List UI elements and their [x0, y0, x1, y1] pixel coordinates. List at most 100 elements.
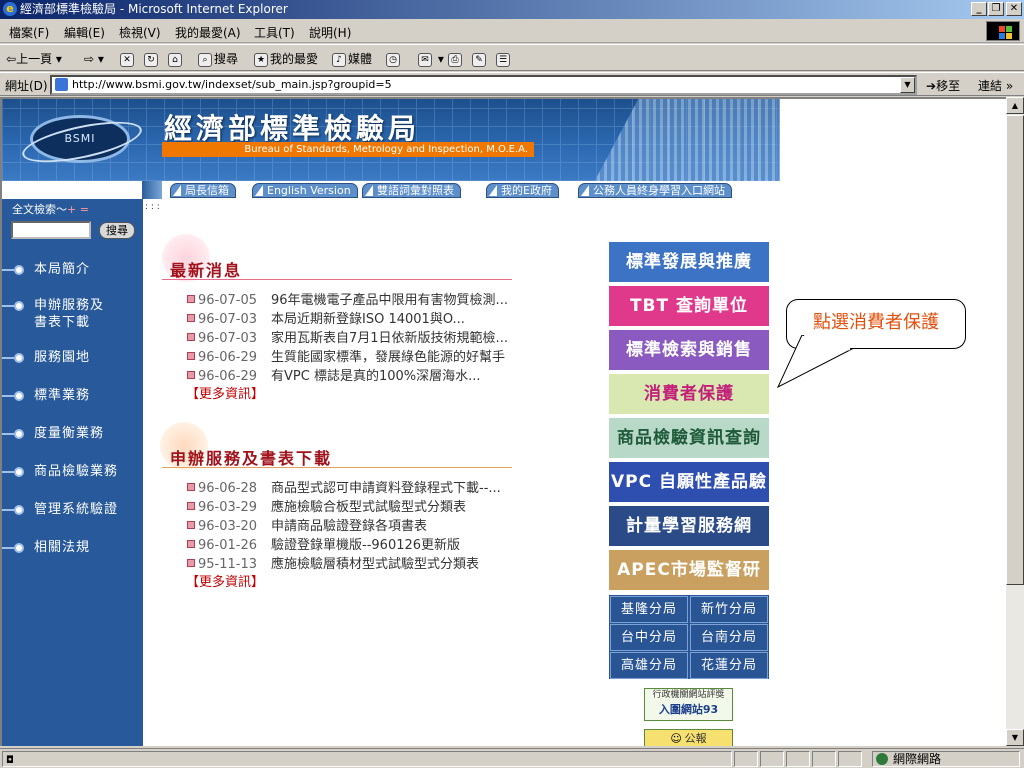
address-label: 網址(D) [5, 79, 48, 93]
history-button[interactable]: ◷ [386, 49, 402, 69]
menu-view[interactable]: 檢視(V) [119, 24, 161, 41]
branch-taichung[interactable]: 台中分局 [610, 624, 688, 651]
btn-consumer-protection[interactable]: 消費者保護 [609, 374, 769, 414]
menu-help[interactable]: 說明(H) [309, 24, 351, 41]
favorites-icon: ★ [254, 52, 268, 67]
bsmi-logo[interactable]: BSMI [30, 115, 130, 163]
news-item[interactable]: 96-06-29 有VPC 標誌是真的100%深層海水... [187, 365, 481, 384]
globe-icon [876, 753, 888, 765]
website-award-badge[interactable]: 行政機關網站評獎 入圍網站93 [644, 688, 733, 721]
btn-apec-seminar[interactable]: APEC市場監督研討會 [609, 550, 769, 590]
search-button[interactable]: ⌕ 搜尋 [198, 49, 238, 69]
news-item[interactable]: 96-06-29 生質能國家標準，發展綠色能源的好幫手 [187, 346, 505, 365]
btn-standards-search[interactable]: 標準檢索與銷售 [609, 330, 769, 370]
gazette-badge[interactable]: ☺ 公報 [644, 729, 733, 746]
branch-tainan[interactable]: 台南分局 [690, 624, 768, 651]
btn-inspection-query[interactable]: 商品檢驗資訊查詢 [609, 418, 769, 458]
fulltext-search-label: 全文檢索～+ = [12, 203, 89, 216]
nav-my-egov[interactable]: 我的E政府 [486, 183, 559, 198]
status-bar: ◘ 網際網路 [0, 748, 1024, 768]
branch-hualien[interactable]: 花蓮分局 [690, 652, 768, 679]
branch-hsinchu[interactable]: 新竹分局 [690, 596, 768, 623]
bullet-icon [187, 295, 195, 303]
back-button[interactable]: ⇦上一頁 ▾ [6, 49, 62, 69]
vertical-scrollbar[interactable]: ▲ ▼ [1006, 97, 1024, 746]
menu-edit[interactable]: 編輯(E) [64, 24, 105, 41]
site-title-en: Bureau of Standards, Metrology and Inspe… [162, 142, 534, 157]
nav-civil-servant-learning[interactable]: 公務人員終身學習入口網站 [578, 183, 732, 198]
edit-icon: ✎ [472, 52, 486, 67]
bullet-icon [187, 540, 195, 548]
print-icon: ⎙ [448, 52, 462, 67]
nav-bilingual-glossary[interactable]: 雙語詞彙對照表 [362, 183, 461, 198]
sidebar-item-about[interactable]: 本局簡介 [2, 261, 143, 278]
nav-director-mailbox[interactable]: 局長信箱 [170, 183, 236, 198]
bullet-icon [187, 371, 195, 379]
minimize-button[interactable]: _ [971, 2, 987, 16]
sidebar-item-metrology[interactable]: 度量衡業務 [2, 425, 143, 442]
btn-tbt-inquiry[interactable]: TBT 查詢單位 [609, 286, 769, 326]
forms-more-link[interactable]: 【更多資訊】 [186, 571, 264, 590]
btn-vpc-certification[interactable]: VPC 自願性產品驗證 [609, 462, 769, 502]
address-bar: 網址(D) http://www.bsmi.gov.tw/indexset/su… [0, 72, 1024, 96]
branch-kaohsiung[interactable]: 高雄分局 [610, 652, 688, 679]
address-input[interactable]: http://www.bsmi.gov.tw/indexset/sub_main… [50, 75, 917, 95]
close-button[interactable]: ✕ [1006, 2, 1022, 16]
forms-item[interactable]: 96-03-29 應施檢驗合板型式試驗型式分類表 [187, 496, 466, 515]
restore-button[interactable]: ❐ [988, 2, 1004, 16]
menu-file[interactable]: 檔案(F) [9, 24, 49, 41]
page-viewport: BSMI 經濟部標準檢驗局 Bureau of Standards, Metro… [0, 97, 1006, 746]
scroll-up-arrow-icon[interactable]: ▲ [1006, 97, 1024, 114]
forms-item[interactable]: 96-01-26 驗證登錄單機版--960126更新版 [187, 534, 460, 553]
bullet-icon [187, 502, 195, 510]
menu-bar: 檔案(F) 編輯(E) 檢視(V) 我的最愛(A) 工具(T) 說明(H) [0, 19, 1024, 43]
search-input[interactable] [11, 221, 91, 239]
address-url: http://www.bsmi.gov.tw/indexset/sub_main… [72, 78, 392, 91]
home-button[interactable]: ⌂ [168, 49, 184, 69]
sidebar-item-regulations[interactable]: 相關法規 [2, 539, 143, 556]
refresh-button[interactable]: ↻ [144, 49, 160, 69]
discuss-button[interactable]: ☰ [496, 49, 512, 69]
news-item[interactable]: 96-07-05 96年電機電子產品中限用有害物質檢測... [187, 289, 508, 308]
mail-button[interactable]: ✉ ▾ [418, 49, 444, 69]
sidebar-item-inspection[interactable]: 商品檢驗業務 [2, 463, 143, 480]
sidebar-item-service-garden[interactable]: 服務園地 [2, 349, 143, 366]
forms-item[interactable]: 96-06-28 商品型式認可申請資料登錄程式下載--... [187, 477, 501, 496]
links-button[interactable]: 連結 » [978, 77, 1013, 94]
scroll-down-arrow-icon[interactable]: ▼ [1006, 729, 1024, 746]
forms-item[interactable]: 95-11-13 應施檢驗層積材型式試驗型式分類表 [187, 553, 479, 572]
window-title: 經濟部標準檢驗局 - Microsoft Internet Explorer [20, 2, 288, 16]
sidebar-item-services[interactable]: 申辦服務及 書表下載 [2, 297, 143, 331]
scroll-thumb[interactable] [1006, 115, 1024, 585]
btn-standards-promotion[interactable]: 標準發展與推廣 [609, 242, 769, 282]
sidebar-item-standards[interactable]: 標準業務 [2, 387, 143, 404]
menu-tools[interactable]: 工具(T) [254, 24, 295, 41]
sidebar-item-mgmt-cert[interactable]: 管理系統驗證 [2, 501, 143, 518]
btn-metrology-learning[interactable]: 計量學習服務網 [609, 506, 769, 546]
forms-item[interactable]: 96-03-20 申請商品驗證登錄各項書表 [187, 515, 427, 534]
search-submit-button[interactable]: 搜尋 [99, 222, 135, 239]
print-button[interactable]: ⎙ [448, 49, 464, 69]
news-item[interactable]: 96-07-03 本局近期新登錄ISO 14001與O... [187, 308, 465, 327]
media-button[interactable]: ♪ 媒體 [332, 49, 372, 69]
edit-button[interactable]: ✎ [472, 49, 488, 69]
favorites-button[interactable]: ★ 我的最愛 [254, 49, 318, 69]
stop-button[interactable]: ✕ [120, 49, 136, 69]
ie-window: e 經濟部標準檢驗局 - Microsoft Internet Explorer… [0, 0, 1024, 768]
menu-favorites[interactable]: 我的最愛(A) [175, 24, 241, 41]
forward-button[interactable]: ⇨ ▾ [84, 49, 104, 69]
media-icon: ♪ [332, 52, 346, 67]
forward-arrow-icon: ⇨ [84, 52, 95, 66]
news-item[interactable]: 96-07-03 家用瓦斯表自7月1日依新版技術規範檢... [187, 327, 508, 346]
branch-keelung[interactable]: 基隆分局 [610, 596, 688, 623]
address-dropdown[interactable]: ▼ [900, 77, 915, 93]
bullet-icon [187, 521, 195, 529]
refresh-icon: ↻ [144, 52, 158, 67]
news-more-link[interactable]: 【更多資訊】 [186, 383, 264, 402]
nav-english-version[interactable]: English Version [252, 183, 358, 198]
branch-office-grid: 基隆分局 新竹分局 台中分局 台南分局 高雄分局 花蓮分局 [609, 595, 769, 679]
bullet-icon [14, 543, 24, 553]
bullet-icon [14, 429, 24, 439]
title-bar: e 經濟部標準檢驗局 - Microsoft Internet Explorer… [0, 0, 1024, 19]
go-button[interactable]: ➔移至 [926, 77, 960, 94]
